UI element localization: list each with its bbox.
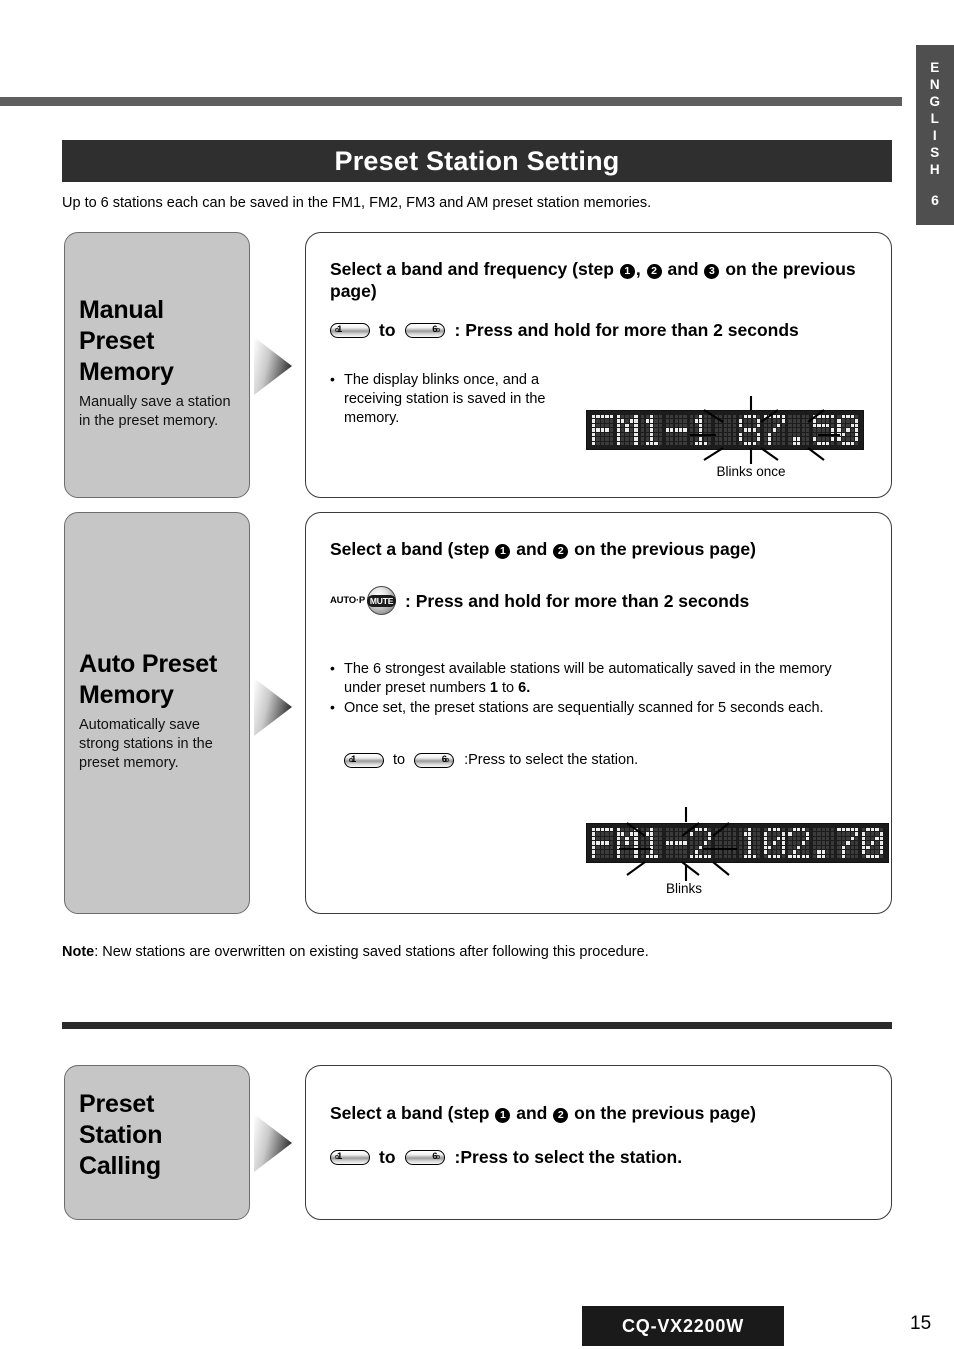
lcd-screen xyxy=(586,823,889,864)
action-text-calling: :Press to select the station. xyxy=(454,1147,683,1167)
panel-auto-preset-memory: Auto Preset Memory Automatically save st… xyxy=(64,512,250,914)
preset-button-1[interactable]: 1 xyxy=(330,322,370,338)
list-item: The 6 strongest available stations will … xyxy=(330,659,870,698)
lcd-character xyxy=(739,828,761,859)
lcd-character xyxy=(592,415,614,446)
step-number-badge: 3 xyxy=(704,264,720,279)
preset-button-label: 1 xyxy=(337,1150,343,1162)
language-letter: N xyxy=(929,77,941,92)
step-number-badge: 2 xyxy=(553,1108,569,1123)
preset-button-label: 6 xyxy=(432,1150,438,1162)
list-item: Once set, the preset stations are sequen… xyxy=(330,698,870,718)
panel-subtitle: Manually save a station in the preset me… xyxy=(79,394,231,429)
to-word: to xyxy=(393,752,406,768)
chapter-number: 6 xyxy=(931,192,939,208)
lcd-character xyxy=(665,415,687,446)
lcd-character xyxy=(690,415,712,446)
panel-title: Auto Preset Memory xyxy=(79,650,218,709)
list-item: The display blinks once, and a receiving… xyxy=(330,370,565,428)
language-letter: E xyxy=(930,60,940,75)
lcd-character xyxy=(837,415,859,446)
auto-p-label: AUTO·P xyxy=(330,594,366,606)
lcd-character xyxy=(665,828,687,859)
step-number-badge: 1 xyxy=(495,1108,511,1123)
lcd-character xyxy=(763,828,785,859)
lcd-character xyxy=(812,828,834,859)
preset-button-label: 6 xyxy=(441,753,448,765)
page-title: Preset Station Setting xyxy=(334,145,620,176)
lcd-screen xyxy=(586,410,865,451)
to-word: to xyxy=(379,320,396,340)
bullet-list-manual: The display blinks once, and a receiving… xyxy=(330,370,565,429)
language-letter: I xyxy=(932,128,938,143)
action-text-manual: : Press and hold for more than 2 seconds xyxy=(454,320,799,340)
step-heading-auto: Select a band (step 1 and 2 on the previ… xyxy=(330,539,756,559)
note-label: Note xyxy=(62,944,95,960)
lcd-character xyxy=(592,828,614,859)
lcd-character xyxy=(641,828,663,859)
flow-arrow-icon xyxy=(252,335,294,397)
language-letter: S xyxy=(930,145,940,160)
bullet-list-auto: The 6 strongest available stations will … xyxy=(330,659,870,719)
top-divider-rule xyxy=(0,97,902,106)
lcd-character xyxy=(641,415,663,446)
preset-button-6[interactable]: 6 xyxy=(404,1149,445,1165)
step-number-badge: 1 xyxy=(619,264,635,279)
lcd-character xyxy=(714,828,736,859)
lcd-character xyxy=(788,415,810,446)
intro-text: Up to 6 stations each can be saved in th… xyxy=(62,195,652,211)
lcd-character xyxy=(616,828,638,859)
mute-button[interactable]: MUTE xyxy=(366,586,397,615)
preset-button-label: 6 xyxy=(432,323,438,335)
to-word: to xyxy=(379,1147,396,1167)
step-heading-manual: Select a band and frequency (step 1, 2 a… xyxy=(330,259,856,301)
model-badge: CQ-VX2200W xyxy=(582,1306,784,1346)
preset-button-label: 1 xyxy=(351,753,357,765)
panel-title: Manual Preset Memory xyxy=(79,296,174,386)
mute-button-label: MUTE xyxy=(366,594,397,607)
lcd-caption-2: Blinks xyxy=(665,881,702,896)
mute-button-group[interactable]: AUTO·P MUTE xyxy=(330,586,397,615)
panel-title: Preset Station Calling xyxy=(79,1090,163,1180)
panel-subtitle: Automatically save strong stations in th… xyxy=(79,717,213,771)
language-side-tab: E N G L I S H 6 xyxy=(916,45,954,225)
preset-button-label: 1 xyxy=(337,323,343,335)
flow-arrow-icon xyxy=(252,676,294,738)
model-name: CQ-VX2200W xyxy=(621,1315,745,1336)
lcd-character xyxy=(861,828,883,859)
lcd-display-2: Blinks xyxy=(586,807,889,896)
step-heading-calling: Select a band (step 1 and 2 on the previ… xyxy=(330,1103,756,1123)
page-title-bar: Preset Station Setting xyxy=(62,140,892,182)
page-number: 15 xyxy=(910,1313,932,1334)
step-number-badge: 2 xyxy=(553,544,569,559)
lcd-character xyxy=(763,415,785,446)
section-divider-rule xyxy=(62,1022,892,1029)
lcd-character xyxy=(714,415,736,446)
panel-manual-preset-memory: Manual Preset Memory Manually save a sta… xyxy=(64,232,250,498)
lcd-character xyxy=(812,415,834,446)
lcd-character xyxy=(616,415,638,446)
preset-button-6[interactable]: 6 xyxy=(414,752,455,768)
step-number-badge: 1 xyxy=(495,544,511,559)
panel-preset-station-calling: Preset Station Calling xyxy=(64,1065,250,1220)
lcd-character xyxy=(837,828,859,859)
step-number-badge: 2 xyxy=(646,264,662,279)
content-box-preset-calling xyxy=(305,1065,892,1220)
lcd-caption-1: Blinks once xyxy=(716,464,786,479)
flow-arrow-icon xyxy=(252,1112,294,1174)
lcd-display-1: Blinks once xyxy=(586,396,865,479)
note-text: Note: New stations are overwritten on ex… xyxy=(62,944,649,960)
language-letter: H xyxy=(929,162,941,177)
action-text-auto: : Press and hold for more than 2 seconds xyxy=(405,590,750,611)
language-letter: G xyxy=(929,94,941,109)
lcd-character xyxy=(690,828,712,859)
lcd-character xyxy=(739,415,761,446)
sub-action-text-auto: :Press to select the station. xyxy=(464,752,639,768)
preset-button-1[interactable]: 1 xyxy=(344,752,384,768)
preset-button-6[interactable]: 6 xyxy=(404,322,445,338)
lcd-character xyxy=(788,828,810,859)
language-letter: L xyxy=(930,111,940,126)
preset-button-1[interactable]: 1 xyxy=(330,1149,370,1165)
